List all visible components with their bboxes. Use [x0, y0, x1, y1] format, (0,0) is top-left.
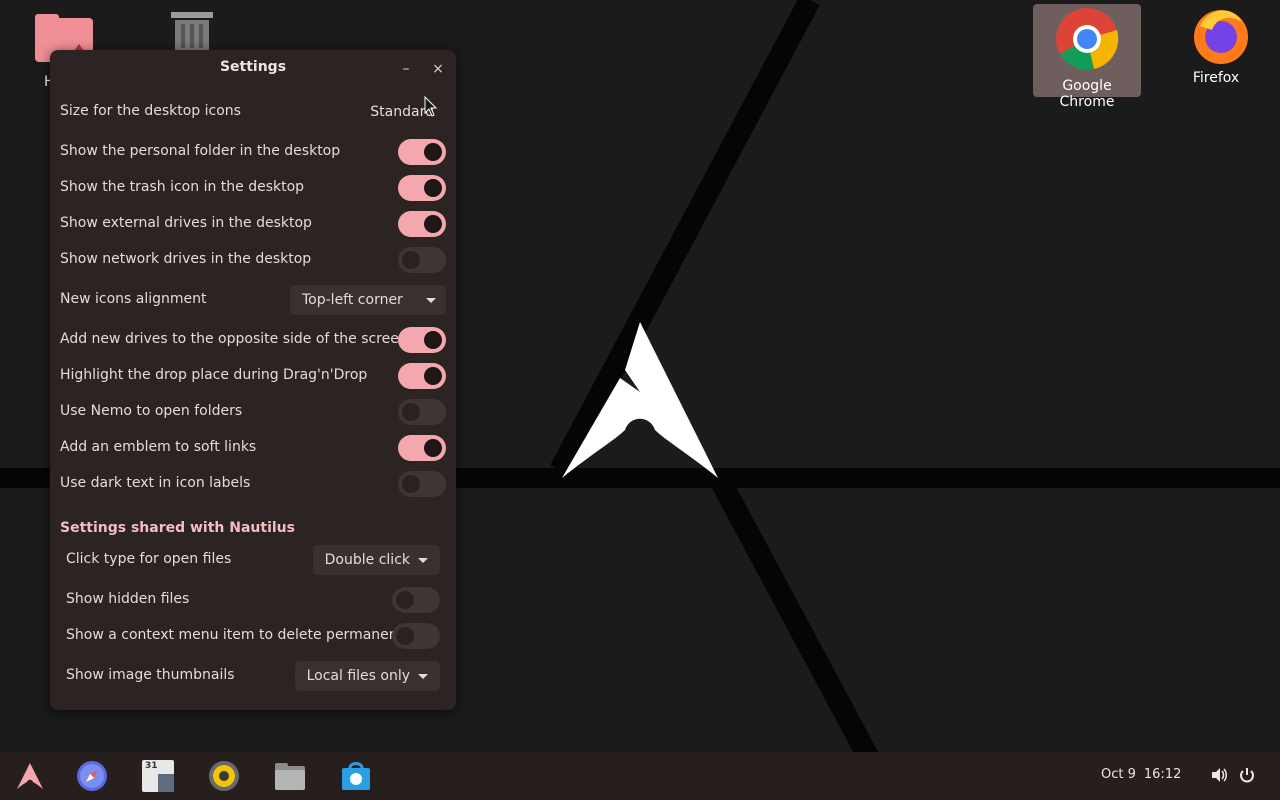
- use-nemo-label: Use Nemo to open folders: [60, 403, 243, 419]
- delete-permanently-label: Show a context menu item to delete perma…: [66, 627, 416, 643]
- use-nemo-toggle[interactable]: [398, 399, 446, 425]
- icon-size-label: Size for the desktop icons: [60, 103, 241, 119]
- toggle-knob: [396, 627, 414, 645]
- emblem-soft-links-label: Add an emblem to soft links: [60, 439, 257, 455]
- emblem-soft-links-toggle[interactable]: [398, 435, 446, 461]
- thumbnails-row: Show image thumbnails Local files only: [60, 658, 446, 694]
- thumbnails-dropdown[interactable]: Local files only: [294, 661, 440, 691]
- network-drives-label: Show network drives in the desktop: [60, 251, 312, 267]
- toggle-knob: [402, 403, 420, 421]
- minimize-button[interactable]: –: [395, 58, 417, 80]
- click-type-label: Click type for open files: [66, 551, 232, 567]
- clock[interactable]: Oct 9 16:12: [1101, 767, 1189, 782]
- close-button[interactable]: ×: [427, 58, 449, 80]
- chrome-label: Google Chrome: [1059, 78, 1115, 110]
- hidden-files-toggle[interactable]: [392, 587, 440, 613]
- toggle-row: Use dark text in icon labels: [60, 466, 446, 502]
- calendar-corner: [158, 774, 174, 792]
- personal-folder-toggle[interactable]: [398, 139, 446, 165]
- click-type-row: Click type for open files Double click: [60, 542, 446, 578]
- icon-size-row: Size for the desktop icons Standard: [60, 94, 446, 130]
- toggle-knob: [424, 179, 442, 197]
- web-browser-icon[interactable]: [76, 760, 108, 792]
- date-label: Oct 9: [1101, 767, 1136, 782]
- chevron-down-icon: [426, 298, 436, 303]
- toggle-row: Show external drives in the desktop: [60, 206, 446, 242]
- toggle-knob: [424, 215, 442, 233]
- alignment-value: Top-left corner: [302, 292, 403, 308]
- desktop-trash[interactable]: [162, 8, 222, 56]
- firefox-label: Firefox: [1192, 70, 1240, 86]
- highlight-drop-label: Highlight the drop place during Drag'n'D…: [60, 367, 368, 383]
- toggle-row: Add new drives to the opposite side of t…: [60, 322, 446, 358]
- toggle-row: Use Nemo to open folders: [60, 394, 446, 430]
- thumbnails-label: Show image thumbnails: [66, 667, 235, 683]
- toggle-knob: [396, 591, 414, 609]
- highlight-drop-toggle[interactable]: [398, 363, 446, 389]
- external-drives-toggle[interactable]: [398, 211, 446, 237]
- hidden-files-label: Show hidden files: [66, 591, 190, 607]
- network-drives-toggle[interactable]: [398, 247, 446, 273]
- dark-text-label: Use dark text in icon labels: [60, 475, 251, 491]
- trash-icon-toggle[interactable]: [398, 175, 446, 201]
- toggle-knob: [424, 367, 442, 385]
- desktop-firefox[interactable]: Firefox: [1176, 4, 1256, 86]
- firefox-icon: [1193, 10, 1248, 64]
- toggle-row: Show a context menu item to delete perma…: [60, 618, 446, 654]
- music-player-icon[interactable]: [208, 760, 240, 792]
- volume-icon[interactable]: [1210, 766, 1228, 784]
- opposite-side-toggle[interactable]: [398, 327, 446, 353]
- chevron-down-icon: [418, 673, 428, 679]
- toggle-row: Show hidden files: [60, 582, 446, 618]
- power-icon[interactable]: [1238, 766, 1256, 784]
- trash-icon-label: Show the trash icon in the desktop: [60, 179, 305, 195]
- toggle-knob: [402, 475, 420, 493]
- alignment-row: New icons alignment Top-left corner: [60, 282, 446, 318]
- arch-menu-icon[interactable]: [14, 760, 46, 792]
- opposite-side-label: Add new drives to the opposite side of t…: [60, 331, 408, 347]
- external-drives-label: Show external drives in the desktop: [60, 215, 312, 231]
- delete-permanently-toggle[interactable]: [392, 623, 440, 649]
- files-icon[interactable]: [274, 760, 306, 792]
- toggle-row: Show network drives in the desktop: [60, 242, 446, 278]
- toggle-knob: [424, 143, 442, 161]
- calendar-day: 31: [145, 761, 158, 771]
- settings-window: Settings – × Size for the desktop icons …: [50, 50, 456, 710]
- calendar-icon[interactable]: 31: [142, 760, 174, 792]
- personal-folder-label: Show the personal folder in the desktop: [60, 143, 341, 159]
- toggle-knob: [402, 251, 420, 269]
- desktop-google-chrome[interactable]: Google Chrome: [1033, 4, 1141, 110]
- dark-text-toggle[interactable]: [398, 471, 446, 497]
- click-type-value: Double click: [324, 552, 410, 568]
- software-store-icon[interactable]: [340, 760, 372, 792]
- alignment-dropdown[interactable]: Top-left corner: [290, 285, 446, 315]
- toggle-knob: [424, 331, 442, 349]
- toggle-row: Show the trash icon in the desktop: [60, 170, 446, 206]
- alignment-label: New icons alignment: [60, 291, 207, 307]
- toggle-row: Highlight the drop place during Drag'n'D…: [60, 358, 446, 394]
- click-type-dropdown[interactable]: Double click: [312, 545, 440, 575]
- toggle-row: Show the personal folder in the desktop: [60, 134, 446, 170]
- chevron-down-icon: [418, 557, 428, 563]
- thumbnails-value: Local files only: [306, 668, 410, 684]
- time-label: 16:12: [1143, 767, 1182, 782]
- window-titlebar[interactable]: Settings – ×: [50, 50, 456, 86]
- mouse-cursor-icon: [424, 96, 438, 117]
- toggle-knob: [424, 439, 442, 457]
- nautilus-section-header: Settings shared with Nautilus: [60, 520, 295, 536]
- toggle-row: Add an emblem to soft links: [60, 430, 446, 466]
- trash-icon: [171, 12, 213, 52]
- taskbar: 31 Oct 9 16:12: [0, 752, 1280, 800]
- chrome-icon: [1056, 8, 1119, 70]
